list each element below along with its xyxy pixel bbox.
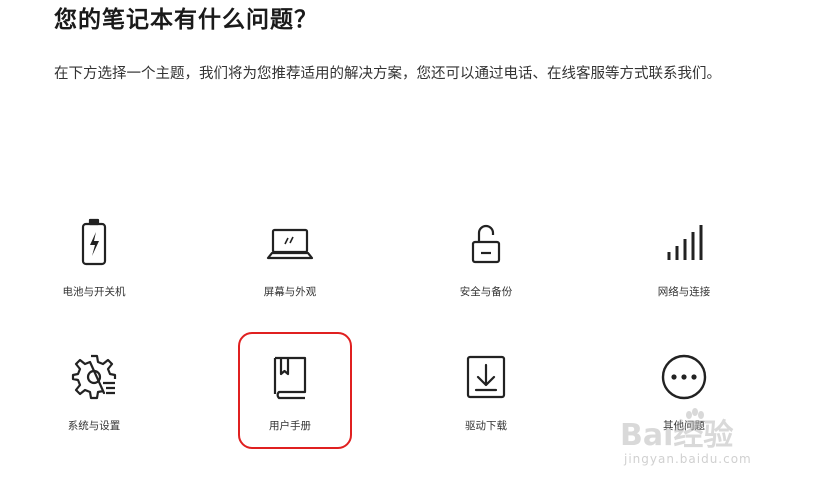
- topic-label: 电池与开关机: [62, 286, 126, 298]
- topic-label: 其他问题: [663, 420, 705, 432]
- topic-label: 用户手册: [269, 420, 311, 432]
- topic-label: 系统与设置: [67, 420, 121, 432]
- page-title: 您的笔记本有什么问题？: [54, 7, 318, 33]
- watermark-url: jingyan.baidu.com: [624, 452, 752, 466]
- intro-text: 在下方选择一个主题，我们将为您推荐适用的解决方案，您还可以通过电话、在线客服等方…: [54, 66, 721, 82]
- topic-driver-download[interactable]: 驱动下载: [386, 352, 586, 452]
- download-icon: [461, 352, 511, 402]
- gear-icon: [69, 352, 119, 402]
- topic-label: 网络与连接: [657, 286, 711, 298]
- topic-network-connection[interactable]: 网络与连接: [584, 218, 784, 318]
- topic-security-backup[interactable]: 安全与备份: [386, 218, 586, 318]
- topic-user-manual[interactable]: 用户手册: [190, 352, 390, 452]
- unlock-icon: [461, 218, 511, 268]
- topic-battery-power[interactable]: 电池与开关机: [0, 218, 194, 318]
- battery-icon: [69, 218, 119, 268]
- topic-system-settings[interactable]: 系统与设置: [0, 352, 194, 452]
- book-icon: [265, 352, 315, 402]
- topic-screen-appearance[interactable]: 屏幕与外观: [190, 218, 390, 318]
- topic-label: 驱动下载: [465, 420, 507, 432]
- laptop-icon: [265, 218, 315, 268]
- signal-bars-icon: [659, 218, 709, 268]
- topic-label: 屏幕与外观: [263, 286, 317, 298]
- more-icon: [659, 352, 709, 402]
- topic-other-issues[interactable]: 其他问题: [584, 352, 784, 452]
- topic-label: 安全与备份: [459, 286, 513, 298]
